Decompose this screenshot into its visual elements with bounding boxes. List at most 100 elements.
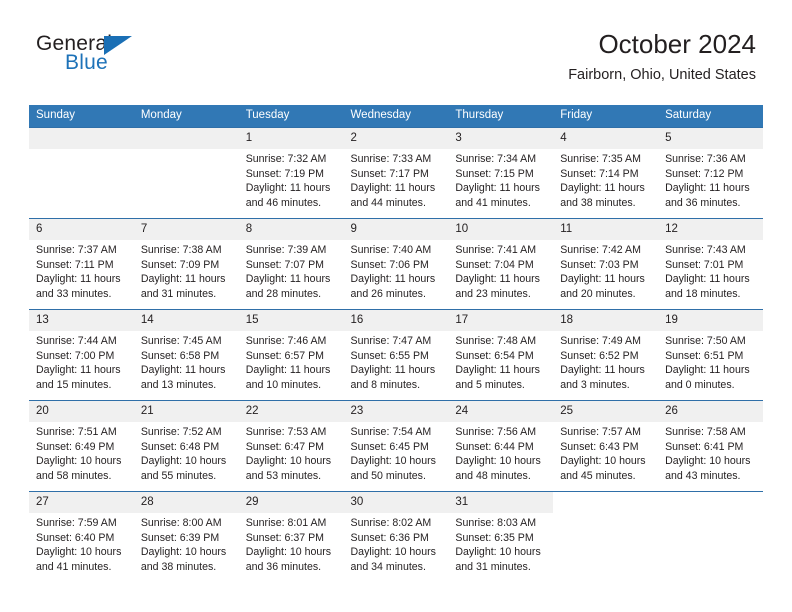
daylight-text: Daylight: 11 hours and 38 minutes. bbox=[560, 182, 645, 209]
calendar-day-cell[interactable]: 13 Sunrise: 7:44 AM Sunset: 7:00 PM Dayligh… bbox=[29, 309, 134, 401]
sunset-text: Sunset: 7:17 PM bbox=[350, 167, 429, 180]
day-details: Sunrise: 7:44 AM Sunset: 7:00 PM Daylight:… bbox=[29, 331, 134, 392]
calendar-day-cell[interactable]: 28 Sunrise: 8:00 AM Sunset: 6:39 PM Dayligh… bbox=[133, 491, 239, 582]
calendar-day-cell[interactable]: 27 Sunrise: 7:59 AM Sunset: 6:40 PM Dayligh… bbox=[29, 491, 134, 582]
day-number: 18 bbox=[553, 310, 659, 331]
day-number: 7 bbox=[133, 219, 239, 240]
day-number: 13 bbox=[29, 310, 134, 331]
sunset-text: Sunset: 6:49 PM bbox=[36, 440, 115, 453]
day-number: 5 bbox=[658, 128, 763, 149]
triangle-icon bbox=[104, 36, 132, 55]
sunset-text: Sunset: 7:07 PM bbox=[245, 258, 325, 271]
sunrise-text: Sunrise: 7:59 AM bbox=[36, 517, 117, 529]
sunrise-text: Sunrise: 8:03 AM bbox=[455, 517, 537, 529]
calendar-day-cell[interactable]: 23 Sunrise: 7:54 AM Sunset: 6:45 PM Dayligh… bbox=[343, 400, 449, 492]
weekday-header-tuesday: Tuesday bbox=[238, 105, 344, 128]
calendar-day-cell[interactable]: 4 Sunrise: 7:35 AM Sunset: 7:14 PM Daylight… bbox=[553, 127, 659, 219]
day-number: 16 bbox=[343, 310, 449, 331]
calendar-day-cell[interactable]: 9 Sunrise: 7:40 AM Sunset: 7:06 PM Daylight… bbox=[343, 218, 449, 310]
calendar-day-cell[interactable]: 10 Sunrise: 7:41 AM Sunset: 7:04 PM Dayligh… bbox=[448, 218, 554, 310]
sunset-text: Sunset: 6:54 PM bbox=[455, 349, 534, 362]
day-number: 6 bbox=[29, 219, 134, 240]
daylight-text: Daylight: 11 hours and 46 minutes. bbox=[245, 182, 331, 209]
sunset-text: Sunset: 7:03 PM bbox=[560, 258, 639, 271]
sunrise-text: Sunrise: 7:51 AM bbox=[36, 426, 117, 438]
sunrise-text: Sunrise: 7:36 AM bbox=[665, 153, 746, 165]
day-number: 19 bbox=[658, 310, 763, 331]
day-details: Sunrise: 7:53 AM Sunset: 6:47 PM Daylight:… bbox=[239, 422, 344, 483]
calendar-day-cell[interactable]: 5 Sunrise: 7:36 AM Sunset: 7:12 PM Daylight… bbox=[658, 127, 763, 219]
sunrise-text: Sunrise: 7:38 AM bbox=[140, 244, 222, 256]
day-details: Sunrise: 7:52 AM Sunset: 6:48 PM Daylight:… bbox=[134, 422, 239, 483]
daylight-text: Daylight: 10 hours and 38 minutes. bbox=[140, 546, 227, 573]
sunrise-text: Sunrise: 7:50 AM bbox=[665, 335, 746, 347]
calendar-day-cell[interactable]: 8 Sunrise: 7:39 AM Sunset: 7:07 PM Daylight… bbox=[238, 218, 344, 310]
calendar-day-cell[interactable]: 14 Sunrise: 7:45 AM Sunset: 6:58 PM Dayligh… bbox=[133, 309, 239, 401]
sunset-text: Sunset: 6:43 PM bbox=[560, 440, 639, 453]
calendar-day-cell[interactable]: 6 Sunrise: 7:37 AM Sunset: 7:11 PM Daylight… bbox=[29, 218, 134, 310]
day-details: Sunrise: 7:47 AM Sunset: 6:55 PM Daylight:… bbox=[344, 331, 449, 392]
daylight-text: Daylight: 11 hours and 26 minutes. bbox=[350, 273, 436, 300]
calendar-day-cell[interactable]: 22 Sunrise: 7:53 AM Sunset: 6:47 PM Dayligh… bbox=[238, 400, 344, 492]
sunrise-text: Sunrise: 7:53 AM bbox=[245, 426, 327, 438]
daylight-text: Daylight: 11 hours and 8 minutes. bbox=[350, 364, 436, 391]
day-number bbox=[133, 128, 239, 149]
daylight-text: Daylight: 10 hours and 45 minutes. bbox=[560, 455, 646, 482]
calendar-day-cell[interactable]: 16 Sunrise: 7:47 AM Sunset: 6:55 PM Dayligh… bbox=[343, 309, 449, 401]
sunset-text: Sunset: 6:41 PM bbox=[665, 440, 744, 453]
calendar-day-cell[interactable]: 20 Sunrise: 7:51 AM Sunset: 6:49 PM Dayligh… bbox=[29, 400, 134, 492]
day-number: 12 bbox=[658, 219, 763, 240]
daylight-text: Daylight: 10 hours and 53 minutes. bbox=[245, 455, 332, 482]
daylight-text: Daylight: 11 hours and 20 minutes. bbox=[560, 273, 645, 300]
calendar-day-cell[interactable]: 1 Sunrise: 7:32 AM Sunset: 7:19 PM Daylight… bbox=[238, 127, 344, 219]
weekday-header-monday: Monday bbox=[133, 105, 239, 128]
daylight-text: Daylight: 11 hours and 10 minutes. bbox=[245, 364, 331, 391]
sunset-text: Sunset: 6:45 PM bbox=[350, 440, 429, 453]
daylight-text: Daylight: 10 hours and 43 minutes. bbox=[665, 455, 751, 482]
calendar-day-cell[interactable]: 31 Sunrise: 8:03 AM Sunset: 6:35 PM Dayligh… bbox=[448, 491, 554, 582]
calendar-day-cell[interactable]: 21 Sunrise: 7:52 AM Sunset: 6:48 PM Dayligh… bbox=[133, 400, 239, 492]
daylight-text: Daylight: 10 hours and 48 minutes. bbox=[455, 455, 541, 482]
daylight-text: Daylight: 11 hours and 15 minutes. bbox=[36, 364, 121, 391]
sunrise-text: Sunrise: 7:42 AM bbox=[560, 244, 641, 256]
calendar-day-cell[interactable]: 25 Sunrise: 7:57 AM Sunset: 6:43 PM Dayligh… bbox=[553, 400, 659, 492]
sunrise-text: Sunrise: 7:58 AM bbox=[665, 426, 746, 438]
day-number: 15 bbox=[238, 310, 344, 331]
calendar-day-cell[interactable]: 12 Sunrise: 7:43 AM Sunset: 7:01 PM Dayligh… bbox=[658, 218, 763, 310]
sunrise-text: Sunrise: 7:52 AM bbox=[140, 426, 222, 438]
sunrise-text: Sunrise: 8:00 AM bbox=[140, 517, 222, 529]
calendar-day-cell[interactable]: 26 Sunrise: 7:58 AM Sunset: 6:41 PM Dayligh… bbox=[658, 400, 763, 492]
day-number: 31 bbox=[448, 492, 554, 513]
calendar-day-cell[interactable]: 17 Sunrise: 7:48 AM Sunset: 6:54 PM Dayligh… bbox=[448, 309, 554, 401]
calendar-day-cell[interactable]: 11 Sunrise: 7:42 AM Sunset: 7:03 PM Dayligh… bbox=[553, 218, 659, 310]
day-number: 1 bbox=[238, 128, 344, 149]
sunset-text: Sunset: 7:09 PM bbox=[140, 258, 220, 271]
calendar-day-cell[interactable]: 15 Sunrise: 7:46 AM Sunset: 6:57 PM Dayligh… bbox=[238, 309, 344, 401]
calendar-day-cell[interactable]: 7 Sunrise: 7:38 AM Sunset: 7:09 PM Daylight… bbox=[133, 218, 239, 310]
calendar-day-cell[interactable]: 24 Sunrise: 7:56 AM Sunset: 6:44 PM Dayligh… bbox=[448, 400, 554, 492]
page-header: General Blue October 2024 Fairborn, Ohio… bbox=[36, 28, 756, 96]
sunrise-text: Sunrise: 8:01 AM bbox=[245, 517, 327, 529]
day-number: 21 bbox=[133, 401, 239, 422]
calendar-day-cell[interactable]: 3 Sunrise: 7:34 AM Sunset: 7:15 PM Daylight… bbox=[448, 127, 554, 219]
day-details: Sunrise: 8:02 AM Sunset: 6:36 PM Daylight:… bbox=[344, 513, 449, 574]
sunset-text: Sunset: 6:55 PM bbox=[350, 349, 429, 362]
calendar-week-row: 6 Sunrise: 7:37 AM Sunset: 7:11 PM Daylight… bbox=[29, 218, 763, 310]
sunrise-text: Sunrise: 7:32 AM bbox=[245, 153, 327, 165]
sunset-text: Sunset: 6:57 PM bbox=[245, 349, 325, 362]
day-details: Sunrise: 7:34 AM Sunset: 7:15 PM Daylight:… bbox=[448, 149, 553, 210]
calendar-day-cell[interactable]: 19 Sunrise: 7:50 AM Sunset: 6:51 PM Dayligh… bbox=[658, 309, 763, 401]
calendar-day-cell[interactable]: 30 Sunrise: 8:02 AM Sunset: 6:36 PM Dayligh… bbox=[343, 491, 449, 582]
calendar-day-cell[interactable]: 2 Sunrise: 7:33 AM Sunset: 7:17 PM Daylight… bbox=[343, 127, 449, 219]
day-details: Sunrise: 7:45 AM Sunset: 6:58 PM Daylight:… bbox=[134, 331, 239, 392]
day-details: Sunrise: 7:36 AM Sunset: 7:12 PM Daylight:… bbox=[658, 149, 763, 210]
sunrise-text: Sunrise: 7:46 AM bbox=[245, 335, 327, 347]
brand-logo[interactable]: General Blue bbox=[36, 32, 256, 88]
day-details: Sunrise: 7:48 AM Sunset: 6:54 PM Daylight:… bbox=[448, 331, 553, 392]
calendar-day-cell[interactable]: 29 Sunrise: 8:01 AM Sunset: 6:37 PM Dayligh… bbox=[238, 491, 344, 582]
day-number: 8 bbox=[238, 219, 344, 240]
day-number: 4 bbox=[553, 128, 659, 149]
day-details: Sunrise: 7:35 AM Sunset: 7:14 PM Daylight:… bbox=[553, 149, 658, 210]
calendar-day-cell[interactable]: 18 Sunrise: 7:49 AM Sunset: 6:52 PM Dayligh… bbox=[553, 309, 659, 401]
sunrise-text: Sunrise: 7:48 AM bbox=[455, 335, 537, 347]
